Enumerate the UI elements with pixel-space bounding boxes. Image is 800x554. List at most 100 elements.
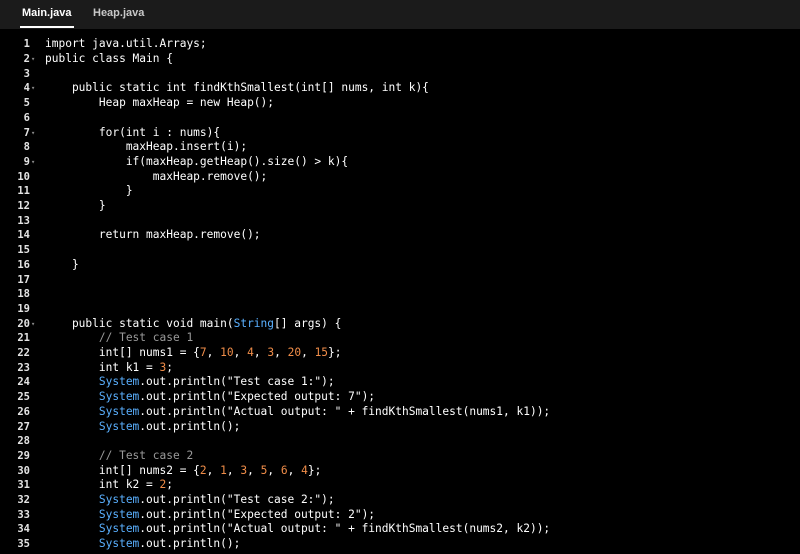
code-token: System xyxy=(45,419,140,433)
code-text: System.out.println("Expected output: 2")… xyxy=(45,508,375,523)
code-line[interactable]: 18 xyxy=(0,287,800,302)
line-number: 16 xyxy=(17,258,30,271)
code-token: ; xyxy=(166,478,174,492)
code-line[interactable]: 22 int[] nums1 = {7, 10, 4, 3, 20, 15}; xyxy=(0,346,800,361)
code-line[interactable]: 27 System.out.println(); xyxy=(0,420,800,435)
code-token: import java.util.Arrays; xyxy=(45,37,207,51)
code-line[interactable]: 16 } xyxy=(0,258,800,273)
code-token: maxHeap.insert(i); xyxy=(45,140,248,154)
code-token: int k1 = xyxy=(45,360,160,374)
code-token: 20 xyxy=(287,346,302,359)
code-token: , xyxy=(267,463,281,477)
code-line[interactable]: 24 System.out.println("Test case 1:"); xyxy=(0,375,800,390)
line-number: 5 xyxy=(23,97,30,110)
code-token: 10 xyxy=(220,346,234,359)
code-line[interactable]: 21 // Test case 1 xyxy=(0,331,800,346)
code-line[interactable]: 5 Heap maxHeap = new Heap(); xyxy=(0,96,800,111)
code-line[interactable]: 35 System.out.println(); xyxy=(0,537,800,552)
line-number: 23 xyxy=(17,361,30,374)
code-line[interactable]: 30 int[] nums2 = {2, 1, 3, 5, 6, 4}; xyxy=(0,464,800,479)
line-number: 28 xyxy=(17,435,30,448)
code-line[interactable]: 9 ▾ if(maxHeap.getHeap().size() > k){ xyxy=(0,155,800,170)
code-token: // Test case 2 xyxy=(45,448,194,462)
code-line[interactable]: 28 xyxy=(0,434,800,449)
code-editor[interactable]: 1 import java.util.Arrays; 2 ▾ public class … xyxy=(0,37,800,554)
code-token: [] args) { xyxy=(274,316,342,330)
fold-chevron-icon[interactable]: ▾ xyxy=(31,126,39,141)
line-number: 17 xyxy=(17,273,30,286)
code-token: System xyxy=(45,375,140,389)
line-number: 9 xyxy=(23,155,30,168)
line-number: 11 xyxy=(17,185,30,198)
line-number: 6 xyxy=(23,111,30,124)
code-line[interactable]: 33 System.out.println("Expected output: … xyxy=(0,508,800,523)
code-token: }; xyxy=(307,463,322,477)
code-token: // Test case 1 xyxy=(45,331,194,345)
tab-main-java[interactable]: Main.java xyxy=(20,0,74,29)
fold-chevron-icon[interactable]: ▾ xyxy=(31,52,39,67)
code-token: public static void main( xyxy=(45,316,234,330)
code-line[interactable]: 15 xyxy=(0,243,800,258)
code-line[interactable]: 29 // Test case 2 xyxy=(0,449,800,464)
line-number: 30 xyxy=(17,464,30,477)
code-line[interactable]: 32 System.out.println("Test case 2:"); xyxy=(0,493,800,508)
code-token: String xyxy=(233,316,275,330)
code-text: maxHeap.insert(i); xyxy=(45,140,247,155)
code-line[interactable]: 8 maxHeap.insert(i); xyxy=(0,140,800,155)
line-number: 19 xyxy=(17,302,30,315)
code-token: System xyxy=(45,390,140,404)
code-token: System xyxy=(45,507,140,521)
code-text: System.out.println("Actual output: " + f… xyxy=(45,522,550,537)
code-text: int k1 = 3; xyxy=(45,361,173,376)
tab-heap-java[interactable]: Heap.java xyxy=(93,0,144,29)
line-number: 25 xyxy=(17,391,30,404)
fold-chevron-icon[interactable]: ▾ xyxy=(31,81,39,96)
code-line[interactable]: 10 maxHeap.remove(); xyxy=(0,170,800,185)
code-text: // Test case 1 xyxy=(45,331,193,346)
code-token: ; xyxy=(166,360,174,374)
line-number: 10 xyxy=(17,170,30,183)
code-text: System.out.println(); xyxy=(45,537,240,552)
code-text: return maxHeap.remove(); xyxy=(45,228,261,243)
fold-chevron-icon[interactable]: ▾ xyxy=(31,317,39,332)
line-number: 27 xyxy=(17,420,30,433)
code-line[interactable]: 12 } xyxy=(0,199,800,214)
code-line[interactable]: 4 ▾ public static int findKthSmallest(int… xyxy=(0,81,800,96)
line-number: 2 xyxy=(23,53,30,65)
code-line[interactable]: 1 import java.util.Arrays; xyxy=(0,37,800,52)
code-text: System.out.println(); xyxy=(45,420,240,435)
code-text: int[] nums2 = {2, 1, 3, 5, 6, 4}; xyxy=(45,464,321,479)
code-token: if(maxHeap.getHeap().size() > k){ xyxy=(45,154,349,168)
code-text: for(int i : nums){ xyxy=(45,126,220,141)
code-line[interactable]: 11 } xyxy=(0,184,800,199)
code-line[interactable]: 14 return maxHeap.remove(); xyxy=(0,228,800,243)
code-line[interactable]: 7 ▾ for(int i : nums){ xyxy=(0,126,800,141)
code-text: int[] nums1 = {7, 10, 4, 3, 20, 15}; xyxy=(45,346,342,361)
code-line[interactable]: 6 xyxy=(0,111,800,126)
code-line[interactable]: 19 xyxy=(0,302,800,317)
code-line[interactable]: 34 System.out.println("Actual output: " … xyxy=(0,522,800,537)
code-token: System xyxy=(45,404,140,418)
code-line[interactable]: 3 xyxy=(0,67,800,82)
code-line[interactable]: 2 ▾ public class Main { xyxy=(0,52,800,67)
fold-chevron-icon[interactable]: ▾ xyxy=(31,155,39,170)
line-number: 24 xyxy=(17,376,30,389)
code-token: int k2 = xyxy=(45,478,160,492)
code-text: public class Main { xyxy=(45,52,173,67)
code-token: , xyxy=(301,346,315,359)
code-token: .out.println("Expected output: 7"); xyxy=(139,390,376,404)
code-line[interactable]: 17 xyxy=(0,273,800,288)
code-line[interactable]: 13 xyxy=(0,214,800,229)
line-number: 14 xyxy=(17,229,30,242)
line-number: 32 xyxy=(17,494,30,506)
code-line[interactable]: 31 int k2 = 2; xyxy=(0,478,800,493)
code-line[interactable]: 26 System.out.println("Actual output: " … xyxy=(0,405,800,420)
line-number: 21 xyxy=(17,332,30,345)
code-token: } xyxy=(45,184,133,198)
code-line[interactable]: 20 ▾ public static void main(String[] arg… xyxy=(0,317,800,332)
code-line[interactable]: 25 System.out.println("Expected output: … xyxy=(0,390,800,405)
code-token: .out.println("Actual output: " + findKth… xyxy=(139,404,551,418)
code-line[interactable]: 23 int k1 = 3; xyxy=(0,361,800,376)
line-number: 12 xyxy=(17,200,30,212)
code-token: , xyxy=(226,463,241,477)
